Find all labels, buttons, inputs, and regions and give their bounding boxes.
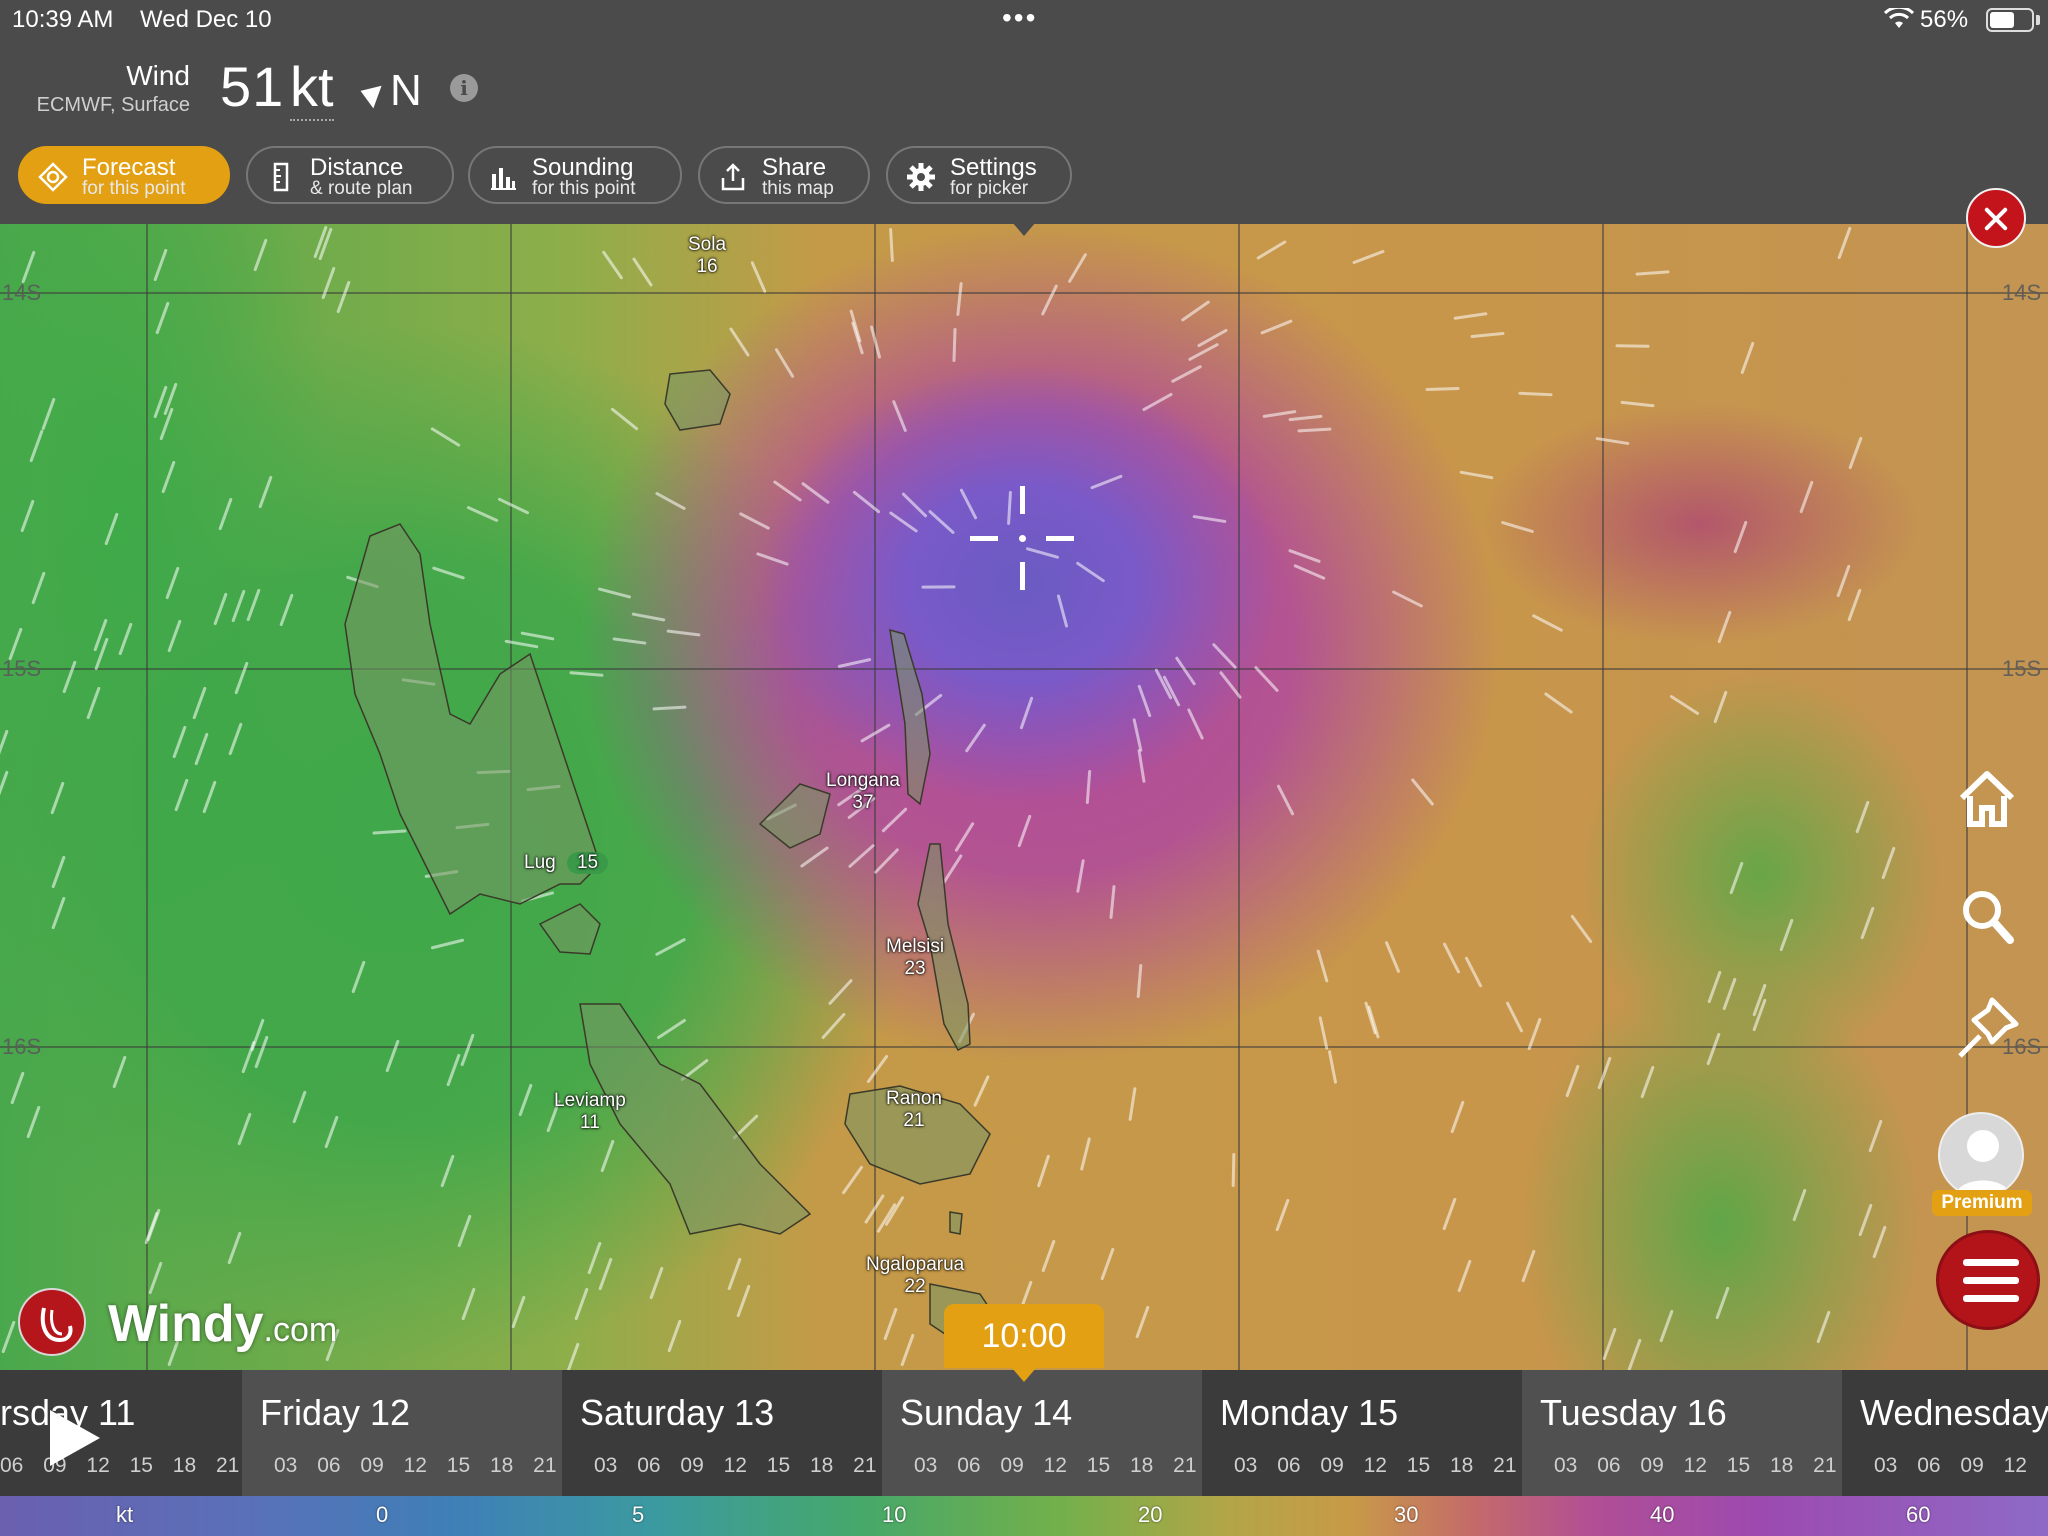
- legend-tick: 30: [1394, 1502, 1419, 1527]
- sounding-button[interactable]: Sounding for this point: [468, 146, 682, 204]
- legend-tick: 0: [376, 1502, 389, 1527]
- layer-source[interactable]: ECMWF, Surface: [0, 94, 190, 117]
- wind-value: 51: [220, 55, 285, 118]
- status-bar: 10:39 AM Wed Dec 10 ••• 56%: [0, 0, 2048, 40]
- avatar[interactable]: [1938, 1112, 2024, 1198]
- timeline[interactable]: rsday 11 06 09 12 15 18 21 Friday 12 03 …: [0, 1370, 2048, 1496]
- share-button[interactable]: Share this map: [698, 146, 870, 204]
- battery-percent: 56%: [1920, 6, 1969, 33]
- settings-button-subtitle: for picker: [950, 178, 1029, 199]
- place-label[interactable]: Ngaloparua 22: [866, 1254, 964, 1298]
- place-label[interactable]: Longana 37: [826, 770, 900, 814]
- wifi-icon: [1884, 8, 1914, 28]
- timeline-time-bubble[interactable]: 10:00: [944, 1304, 1104, 1382]
- place-label[interactable]: Lug 15: [524, 852, 609, 874]
- premium-badge[interactable]: Premium: [1932, 1190, 2032, 1216]
- gear-icon: [907, 163, 935, 191]
- timeline-day[interactable]: Friday 12 03 06 09 12 15 18 21: [242, 1370, 562, 1496]
- legend-tick: 40: [1650, 1502, 1675, 1527]
- bar-chart-icon: [491, 168, 516, 190]
- share-icon: [721, 163, 745, 191]
- legend-tick: 5: [632, 1502, 645, 1527]
- windy-logo-icon[interactable]: [18, 1288, 86, 1356]
- island-malo: [538, 903, 601, 955]
- info-icon[interactable]: i: [450, 74, 478, 102]
- distance-button[interactable]: Distance & route plan: [246, 146, 454, 204]
- multitasking-dots-icon[interactable]: •••: [1002, 2, 1037, 34]
- island-ambae: [758, 783, 831, 849]
- hamburger-menu-button[interactable]: [1936, 1230, 2040, 1330]
- windy-logo-text[interactable]: Windy.com: [108, 1294, 337, 1354]
- ruler-icon: [273, 162, 289, 192]
- pin-icon[interactable]: [1952, 994, 2022, 1064]
- place-label[interactable]: Melsisi 23: [886, 936, 944, 980]
- timeline-day-selected[interactable]: Sunday 14 03 06 09 12 15 18 21: [882, 1370, 1202, 1496]
- forecast-button[interactable]: Forecast for this point: [18, 146, 230, 204]
- layer-title[interactable]: Wind: [0, 60, 190, 92]
- sounding-button-subtitle: for this point: [532, 178, 636, 199]
- place-label[interactable]: Ranon 21: [886, 1088, 942, 1132]
- distance-button-subtitle: & route plan: [310, 178, 413, 199]
- wind-direction-arrow-icon: [356, 79, 382, 109]
- island-paama: [949, 1211, 963, 1235]
- battery-icon: [1986, 8, 2034, 32]
- share-button-subtitle: this map: [762, 178, 834, 199]
- search-icon[interactable]: [1952, 882, 2022, 952]
- timeline-day[interactable]: Monday 15 03 06 09 12 15 18 21: [1202, 1370, 1522, 1496]
- wind-unit[interactable]: kt: [290, 54, 334, 121]
- place-label[interactable]: Leviamp 11: [554, 1090, 626, 1134]
- timeline-day[interactable]: Tuesday 16 03 06 09 12 15 18 21: [1522, 1370, 1842, 1496]
- wind-map[interactable]: 14S 14S 15S 15S 16S 16S Sola 16 Longana 37…: [0, 224, 2048, 1370]
- color-legend[interactable]: kt 0 5 10 20 30 40 60: [0, 1496, 2048, 1536]
- legend-tick: 20: [1138, 1502, 1163, 1527]
- crosshair-icon: [38, 162, 68, 192]
- timeline-day[interactable]: Wednesday 03 06 09 12 15: [1842, 1370, 2048, 1496]
- forecast-button-subtitle: for this point: [82, 178, 186, 199]
- place-speed-badge: 15: [566, 852, 609, 874]
- timeline-day[interactable]: Saturday 13 03 06 09 12 15 18 21: [562, 1370, 882, 1496]
- home-icon[interactable]: [1952, 764, 2022, 834]
- status-time: 10:39 AM: [12, 6, 114, 33]
- settings-button[interactable]: Settings for picker: [886, 146, 1072, 204]
- play-icon[interactable]: [50, 1410, 100, 1466]
- status-date: Wed Dec 10: [140, 6, 272, 33]
- header: Wind ECMWF, Surface 51 kt N i Forecast f…: [0, 40, 2048, 224]
- islands-layer: [344, 369, 1002, 1345]
- wind-direction: N: [390, 66, 422, 115]
- close-picker-button[interactable]: [1966, 188, 2026, 248]
- user-icon: [1954, 1130, 2012, 1196]
- picker-caret: [1012, 222, 1036, 236]
- place-label[interactable]: Sola 16: [688, 234, 726, 278]
- picker-crosshair-icon[interactable]: [970, 486, 1074, 590]
- legend-tick: 10: [882, 1502, 907, 1527]
- battery-tip: [2036, 15, 2040, 25]
- timeline-day[interactable]: rsday 11 06 09 12 15 18 21: [0, 1370, 242, 1496]
- island-gaua: [664, 369, 731, 431]
- legend-unit: kt: [116, 1502, 134, 1527]
- legend-tick: 60: [1906, 1502, 1931, 1527]
